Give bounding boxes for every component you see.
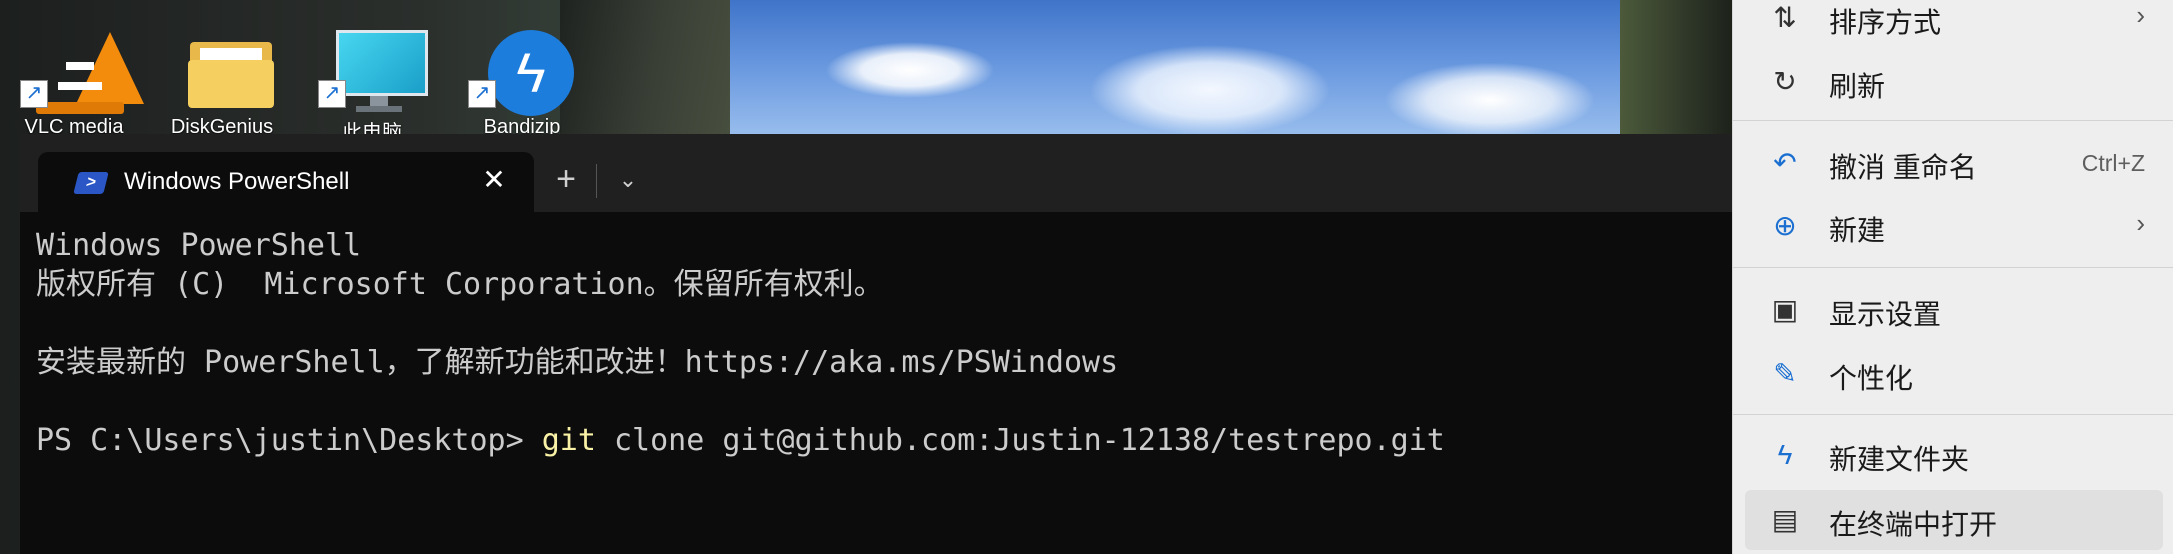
desktop-icon-this-pc[interactable]: ↗ 此电脑: [312, 20, 432, 144]
console-line: 版权所有 (C) Microsoft Corporation。保留所有权利。: [36, 267, 884, 302]
context-menu: ⇅ 排序方式 › ↻ 刷新 ↶ 撤消 重命名 Ctrl+Z ⊕ 新建 › ▣ 显…: [1732, 0, 2173, 554]
wallpaper-cliff-left: [560, 0, 750, 140]
menu-separator: [1733, 120, 2173, 121]
menu-separator: [1733, 414, 2173, 415]
menu-item-label: 撤消 重命名: [1829, 152, 1977, 183]
menu-item-label: 刷新: [1829, 71, 1886, 102]
menu-item-new[interactable]: ⊕ 新建 ›: [1745, 196, 2163, 256]
sort-icon: ⇅: [1773, 2, 1797, 33]
powershell-icon: >: [73, 172, 109, 194]
menu-item-sort-by[interactable]: ⇅ 排序方式 ›: [1745, 0, 2163, 48]
menu-item-new-folder[interactable]: ϟ 新建文件夹: [1745, 425, 2163, 485]
chevron-right-icon: ›: [2136, 0, 2145, 30]
command-name: git: [541, 423, 596, 458]
tab-divider: [596, 164, 597, 198]
personalize-icon: ✎: [1773, 358, 1797, 389]
monitor-icon: [334, 24, 428, 112]
shortcut-arrow-icon: ↗: [20, 80, 48, 108]
menu-item-label: 显示设置: [1829, 299, 1942, 330]
new-tab-button[interactable]: +: [540, 158, 592, 202]
menu-item-label: 排序方式: [1829, 7, 1942, 38]
desktop-icon-diskgenius[interactable]: DiskGenius: [162, 20, 282, 138]
display-settings-icon: ▣: [1771, 294, 1799, 325]
menu-item-label: 在终端中打开: [1829, 509, 1998, 540]
console-output[interactable]: Windows PowerShell 版权所有 (C) Microsoft Cor…: [36, 226, 1716, 460]
tab-windows-powershell[interactable]: > Windows PowerShell ✕: [38, 152, 534, 214]
tab-dropdown-button[interactable]: ⌄: [602, 158, 654, 202]
wallpaper-sky: [730, 0, 1660, 140]
tab-bar: > Windows PowerShell ✕ + ⌄: [20, 134, 1740, 214]
wallpaper-cliff-right: [1620, 0, 1740, 140]
menu-item-open-in-terminal[interactable]: ▤ 在终端中打开: [1745, 490, 2163, 550]
terminal-icon: ▤: [1771, 504, 1799, 535]
undo-icon: ↶: [1773, 147, 1797, 178]
tab-title: Windows PowerShell: [124, 168, 350, 195]
menu-item-undo-rename[interactable]: ↶ 撤消 重命名 Ctrl+Z: [1745, 133, 2163, 193]
chevron-right-icon: ›: [2136, 208, 2145, 238]
new-folder-icon: ϟ: [1777, 439, 1793, 470]
shortcut-arrow-icon: ↗: [468, 80, 496, 108]
close-tab-button[interactable]: ✕: [476, 162, 512, 198]
desktop-icon-vlc[interactable]: ↗ VLC media: [14, 20, 144, 138]
new-icon: ⊕: [1773, 210, 1797, 241]
menu-item-refresh[interactable]: ↻ 刷新: [1745, 52, 2163, 112]
prompt: PS C:\Users\justin\Desktop>: [36, 423, 542, 458]
menu-item-label: 新建文件夹: [1829, 444, 1970, 475]
folder-icon: [184, 24, 274, 108]
menu-item-shortcut: Ctrl+Z: [2081, 150, 2145, 176]
command-args: clone git@github.com:Justin-12138/testre…: [595, 423, 1445, 458]
terminal-window[interactable]: > Windows PowerShell ✕ + ⌄ Windows Power…: [20, 134, 1740, 554]
vlc-icon: [36, 24, 144, 114]
menu-item-display-settings[interactable]: ▣ 显示设置: [1745, 280, 2163, 340]
bandizip-icon: ϟ: [484, 24, 574, 116]
menu-item-personalize[interactable]: ✎ 个性化: [1745, 344, 2163, 404]
shortcut-arrow-icon: ↗: [318, 80, 346, 108]
prompt-line: PS C:\Users\justin\Desktop> git clone gi…: [36, 421, 1716, 460]
console-line: Windows PowerShell: [36, 228, 362, 263]
menu-item-label: 个性化: [1829, 363, 1914, 394]
refresh-icon: ↻: [1773, 66, 1797, 97]
menu-separator: [1733, 267, 2173, 268]
desktop-icon-bandizip[interactable]: ϟ ↗ Bandizip: [462, 20, 582, 138]
menu-item-label: 新建: [1829, 215, 1886, 246]
console-line: 安装最新的 PowerShell，了解新功能和改进！https://aka.ms…: [36, 345, 1119, 380]
